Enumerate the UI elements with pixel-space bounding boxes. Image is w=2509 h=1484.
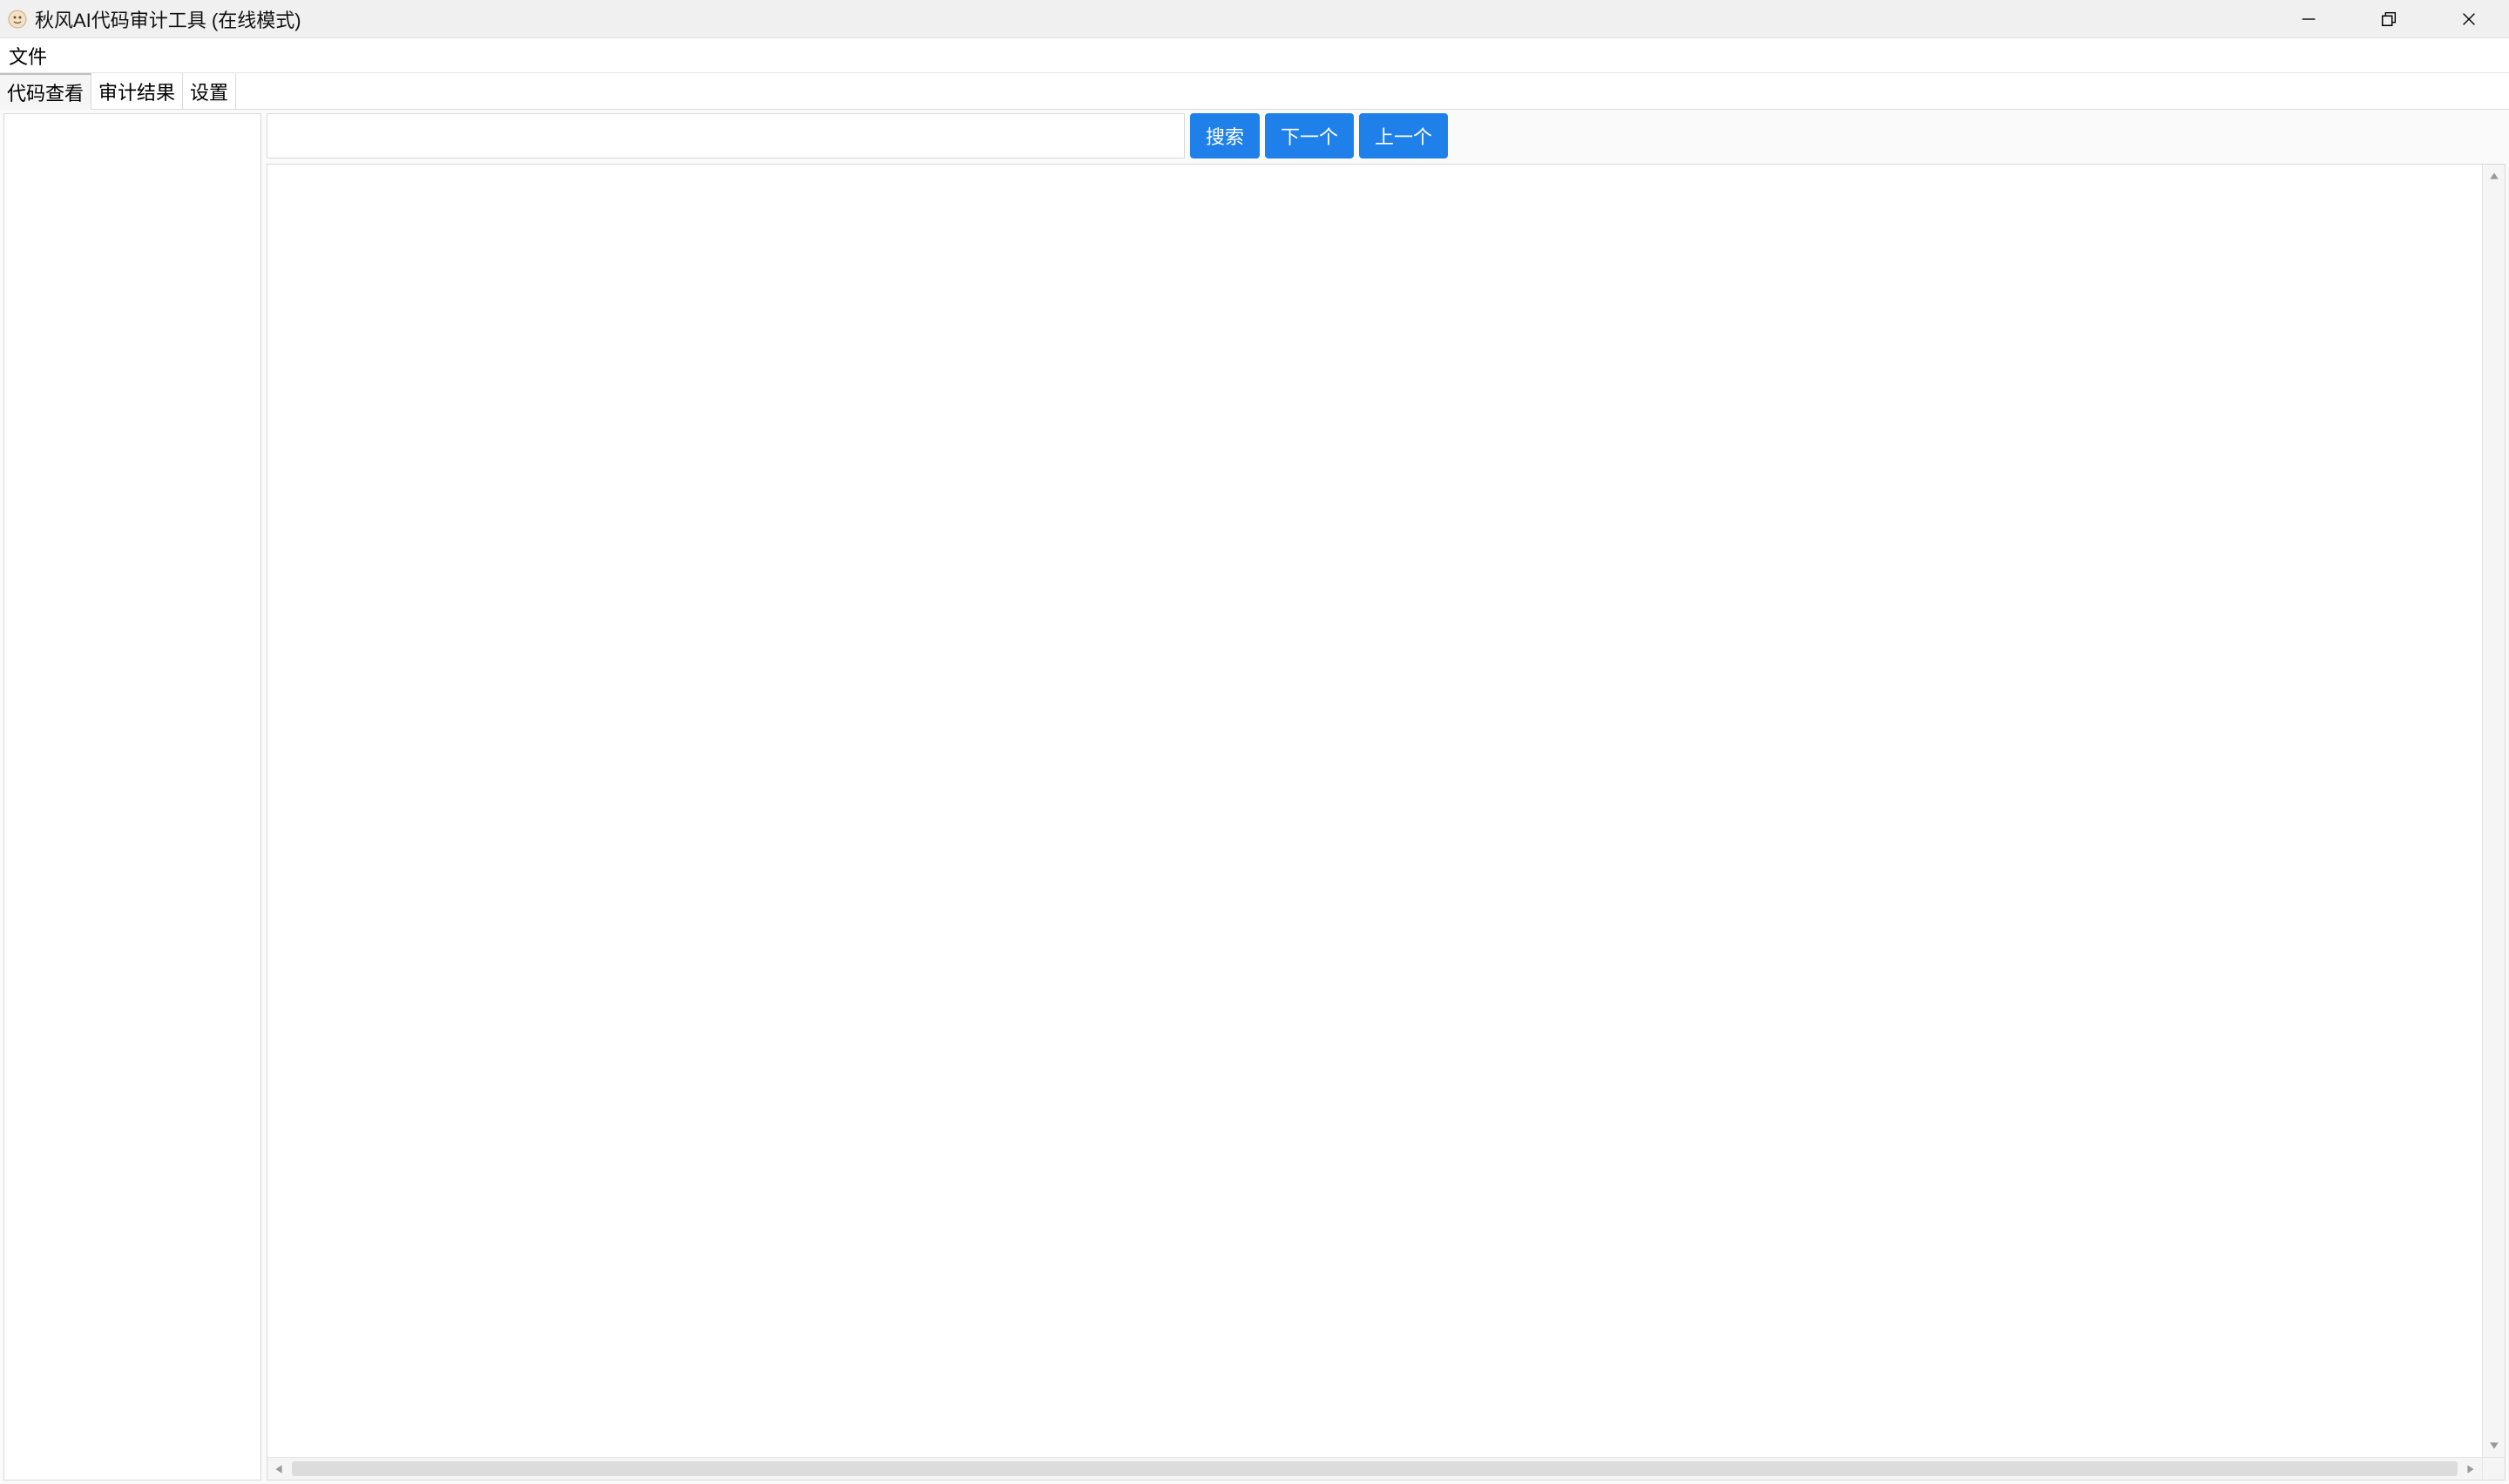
code-viewport[interactable] — [267, 165, 2482, 1457]
tab-audit-results[interactable]: 审计结果 — [91, 73, 183, 109]
search-input[interactable] — [267, 113, 1185, 159]
file-tree-sidebar[interactable] — [3, 113, 261, 1481]
tab-label: 代码查看 — [7, 78, 84, 106]
prev-button[interactable]: 上一个 — [1359, 113, 1448, 159]
next-button[interactable]: 下一个 — [1265, 113, 1354, 159]
window-title: 秋风AI代码审计工具 (在线模式) — [35, 5, 301, 33]
horizontal-scrollbar[interactable] — [267, 1457, 2482, 1480]
close-button[interactable] — [2429, 0, 2509, 37]
code-area — [267, 164, 2506, 1481]
app-icon — [7, 9, 28, 30]
tabstrip: 代码查看 审计结果 设置 — [0, 73, 2509, 110]
window-controls — [2269, 0, 2509, 37]
tab-label: 设置 — [190, 78, 228, 105]
tab-settings[interactable]: 设置 — [183, 73, 236, 109]
maximize-button[interactable] — [2349, 0, 2429, 37]
minimize-button[interactable] — [2269, 0, 2349, 37]
tab-code-view[interactable]: 代码查看 — [0, 73, 91, 109]
scroll-corner — [2482, 1457, 2505, 1480]
search-button[interactable]: 搜索 — [1190, 113, 1260, 159]
content-area: 搜索 下一个 上一个 — [267, 113, 2506, 1481]
scroll-down-arrow-icon[interactable] — [2483, 1434, 2505, 1457]
vertical-scrollbar[interactable] — [2482, 165, 2505, 1457]
search-row: 搜索 下一个 上一个 — [267, 113, 2506, 159]
main-area: 搜索 下一个 上一个 — [0, 110, 2509, 1484]
scroll-right-arrow-icon[interactable] — [2459, 1458, 2482, 1480]
tab-label: 审计结果 — [98, 78, 175, 105]
scroll-left-arrow-icon[interactable] — [267, 1458, 290, 1480]
scroll-up-arrow-icon[interactable] — [2483, 165, 2505, 187]
menu-file[interactable]: 文件 — [7, 38, 49, 73]
titlebar: 秋风AI代码审计工具 (在线模式) — [0, 0, 2509, 38]
menubar: 文件 — [0, 38, 2509, 73]
horizontal-scroll-thumb[interactable] — [292, 1461, 2458, 1476]
